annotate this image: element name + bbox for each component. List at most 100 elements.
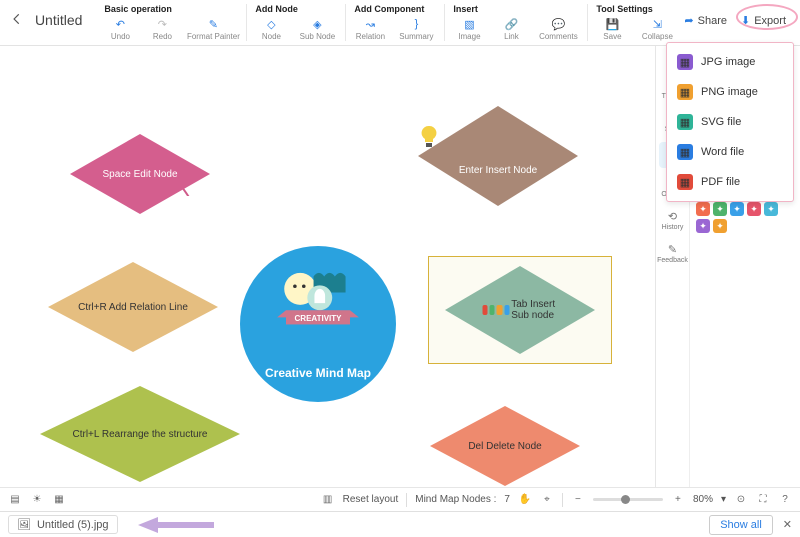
node-tab-label: Tab Insert Sub node (483, 299, 558, 321)
summary-button[interactable]: }Summary (396, 16, 436, 41)
add-subnode-button[interactable]: ◈Sub Node (297, 16, 337, 41)
zoom-chevron-icon[interactable]: ▾ (721, 494, 726, 505)
zoom-value: 80% (693, 494, 713, 505)
back-button[interactable] (8, 12, 27, 26)
sidebar-history[interactable]: ⟲History (659, 207, 687, 234)
save-button[interactable]: 💾Save (596, 16, 628, 41)
center-node[interactable]: CREATIVITY Creative Mind Map (240, 246, 396, 402)
group-title-tool: Tool Settings (596, 4, 676, 14)
file-image-icon: 🖼 (17, 518, 31, 531)
collapse-button[interactable]: ⇲Collapse (638, 16, 676, 41)
collapse-icon: ⇲ (649, 16, 665, 32)
undo-button[interactable]: ↶Undo (104, 16, 136, 41)
top-toolbar: Untitled Basic operation ↶Undo ↷Redo ✎Fo… (0, 0, 800, 46)
creativity-illustration: CREATIVITY (273, 264, 363, 344)
export-icon: ⬇ (741, 14, 750, 27)
toolbar-groups: Basic operation ↶Undo ↷Redo ✎Format Pain… (96, 4, 684, 41)
group-title-addcomp: Add Component (354, 4, 436, 14)
reset-layout-button[interactable]: Reset layout (343, 494, 399, 505)
reset-layout-icon: ▥ (321, 493, 335, 507)
jpg-icon: ▦ (677, 54, 693, 70)
check-orange-icon (497, 305, 502, 315)
relation-button[interactable]: ↝Relation (354, 16, 386, 41)
show-all-button[interactable]: Show all (709, 515, 773, 535)
share-button[interactable]: ➦Share (684, 14, 727, 27)
hand-icon[interactable]: ✋ (518, 493, 532, 507)
insert-comment-button[interactable]: 💬Comments (537, 16, 579, 41)
person-blue-icon (504, 305, 509, 315)
export-word[interactable]: ▦Word file (667, 137, 793, 167)
download-filename: Untitled (5).jpg (37, 519, 109, 531)
redo-button[interactable]: ↷Redo (146, 16, 178, 41)
save-icon: 💾 (604, 16, 620, 32)
summary-icon: } (408, 16, 424, 32)
node-enter-insert[interactable]: Enter Insert Node (418, 106, 578, 206)
png-icon: ▦ (677, 84, 693, 100)
download-item[interactable]: 🖼 Untitled (5).jpg (8, 515, 118, 534)
close-download-bar[interactable]: ✕ (783, 518, 792, 531)
symbol-item[interactable]: ✦ (730, 202, 744, 216)
download-bar: 🖼 Untitled (5).jpg Show all ✕ (0, 511, 800, 537)
export-button[interactable]: ⬇Export (741, 14, 786, 27)
fullscreen-icon[interactable]: ⛶ (756, 493, 770, 507)
link-icon: 🔗 (503, 16, 519, 32)
export-png[interactable]: ▦PNG image (667, 77, 793, 107)
mindmap-canvas[interactable]: CREATIVITY Creative Mind Map Space Edit … (0, 46, 655, 487)
export-pdf[interactable]: ▦PDF file (667, 167, 793, 197)
chevron-left-icon (10, 12, 24, 26)
brightness-icon[interactable]: ☀ (30, 493, 44, 507)
creativity-text: CREATIVITY (295, 314, 343, 323)
node-delete[interactable]: Del Delete Node (430, 406, 580, 486)
feedback-icon: ✎ (668, 243, 677, 256)
symbol-item[interactable]: ✦ (713, 202, 727, 216)
annotation-arrow (138, 517, 218, 533)
center-icon[interactable]: ⊙ (734, 493, 748, 507)
brush-icon: ✎ (205, 16, 221, 32)
node-rearrange[interactable]: Ctrl+L Rearrange the structure (40, 386, 240, 482)
redo-icon: ↷ (154, 16, 170, 32)
document-title[interactable]: Untitled (35, 12, 82, 28)
export-menu: ▦JPG image ▦PNG image ▦SVG file ▦Word fi… (666, 42, 794, 202)
x-green-icon (490, 305, 495, 315)
node-add-relation[interactable]: Ctrl+R Add Relation Line (48, 262, 218, 352)
cursor-icon[interactable]: ⌖ (540, 493, 554, 507)
node-space-edit[interactable]: Space Edit Node (70, 134, 210, 214)
layout-icon[interactable]: ▤ (8, 493, 22, 507)
symbol-item[interactable]: ✦ (696, 219, 710, 233)
symbol-item[interactable]: ✦ (713, 219, 727, 233)
insert-image-button[interactable]: ▧Image (453, 16, 485, 41)
node-count-label: Mind Map Nodes : (415, 494, 496, 505)
add-node-button[interactable]: ◇Node (255, 16, 287, 41)
symbol-item[interactable]: ✦ (747, 202, 761, 216)
lightbulb-icon (418, 124, 440, 150)
node-tab-insert-sub[interactable]: Tab Insert Sub node (428, 256, 612, 364)
export-svg[interactable]: ▦SVG file (667, 107, 793, 137)
insert-link-button[interactable]: 🔗Link (495, 16, 527, 41)
history-icon: ⟲ (668, 210, 677, 223)
zoom-slider[interactable] (593, 498, 663, 501)
svg-icon: ▦ (677, 114, 693, 130)
node-count-value: 7 (504, 494, 510, 505)
node-icon: ◇ (263, 16, 279, 32)
relation-icon: ↝ (362, 16, 378, 32)
format-painter-button[interactable]: ✎Format Painter (188, 16, 238, 41)
help-icon[interactable]: ? (778, 493, 792, 507)
view-icon[interactable]: ▦ (52, 493, 66, 507)
comment-icon: 💬 (550, 16, 566, 32)
export-jpg[interactable]: ▦JPG image (667, 47, 793, 77)
zoom-out-button[interactable]: − (571, 493, 585, 507)
pdf-icon: ▦ (677, 174, 693, 190)
sidebar-feedback[interactable]: ✎Feedback (659, 240, 687, 267)
group-title-insert: Insert (453, 4, 579, 14)
zoom-in-button[interactable]: + (671, 493, 685, 507)
flag-red-icon (483, 305, 488, 315)
group-title-basic: Basic operation (104, 4, 238, 14)
status-bar: ▤ ☀ ▦ ▥ Reset layout Mind Map Nodes : 7 … (0, 487, 800, 511)
subnode-icon: ◈ (309, 16, 325, 32)
symbol-item[interactable]: ✦ (764, 202, 778, 216)
word-icon: ▦ (677, 144, 693, 160)
image-icon: ▧ (461, 16, 477, 32)
center-node-label: Creative Mind Map (265, 366, 371, 380)
group-title-addnode: Add Node (255, 4, 337, 14)
symbol-item[interactable]: ✦ (696, 202, 710, 216)
